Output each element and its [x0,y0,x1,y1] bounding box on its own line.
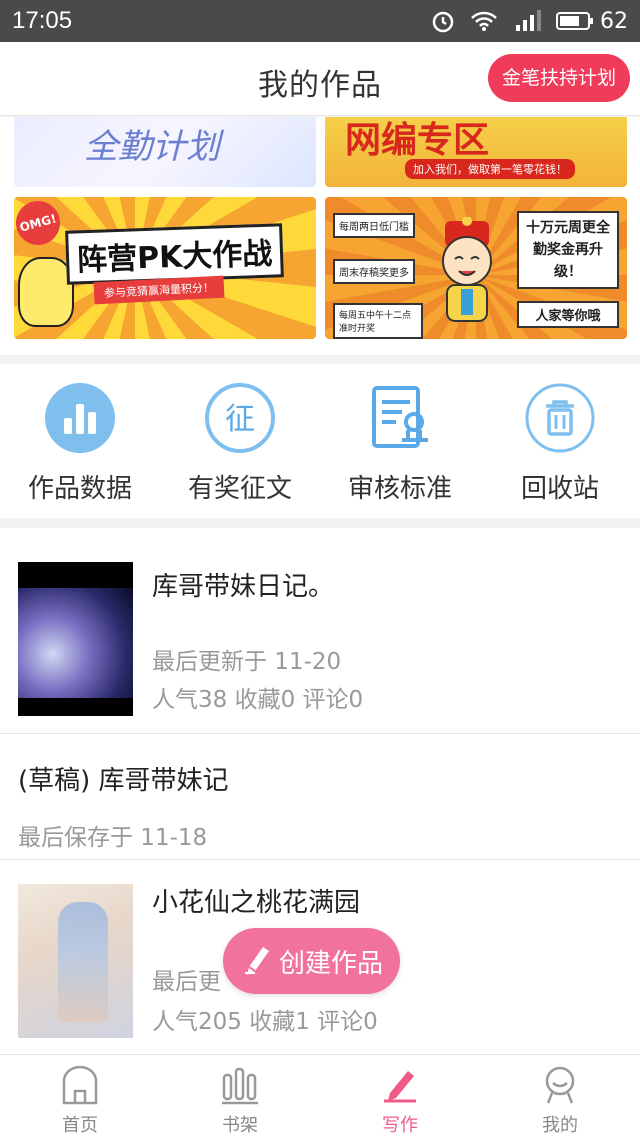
work-stats: 人气38 收藏0 评论0 [152,687,364,713]
zheng-badge-icon: 征 [204,382,276,454]
banner-note: 周末存稿奖更多 [333,259,415,284]
work-updated: 最后更 [152,969,221,995]
work-updated: 最后更新于 11-20 [152,649,342,675]
shortcut-review-standard[interactable]: 审核标准 [320,364,480,518]
banner-subtitle: 加入我们，做取第一笔零花钱！ [405,159,575,179]
trash-icon [524,382,596,454]
bottom-nav: 首页 书架 写作 我的 [0,1054,640,1138]
banner-title: 阵营PK大作战 [65,223,285,285]
alarm-icon [430,8,456,34]
banner-title: 全勤计划 [84,127,220,167]
status-time: 17:05 [12,7,73,34]
nav-home[interactable]: 首页 [0,1055,160,1138]
work-saved: 最后保存于 11-18 [18,825,208,851]
shortcut-row: 作品数据 征 有奖征文 审核标准 回收站 [0,364,640,518]
battery-level: 62 [600,8,628,34]
home-icon [58,1063,102,1107]
nav-label: 首页 [62,1115,98,1136]
shortcut-label: 审核标准 [347,474,452,504]
status-icons: 62 [430,8,628,34]
banner-weekly-bonus[interactable]: 每周两日低门槛 周末存稿奖更多 每周五中午十二点准时开奖 十万元周更全勤奖金再升… [325,197,627,339]
battery-icon [556,12,593,30]
work-item[interactable]: 库哥带妹日记。 最后更新于 11-20 人气38 收藏0 评论0 [0,528,640,734]
banner-editor-zone[interactable]: 网编专区 加入我们，做取第一笔零花钱！ [325,117,627,187]
work-stats: 人气205 收藏1 评论0 [152,1009,378,1035]
pencil-icon [378,1063,422,1107]
nav-label: 我的 [542,1115,578,1136]
draft-item[interactable]: (草稿) 库哥带妹记 最后保存于 11-18 [0,734,640,860]
bar-chart-icon [44,382,116,454]
work-cover [18,884,133,1038]
review-document-icon [364,382,436,454]
profile-icon [538,1063,582,1107]
status-bar: 17:05 62 [0,0,640,42]
banner-note: 每周两日低门槛 [333,213,415,238]
bookshelf-icon [218,1063,262,1107]
banner-title: 网编专区 [345,120,490,161]
omg-badge: OMG! [14,197,65,250]
banner-faction-pk[interactable]: OMG! 阵营PK大作战 参与竞猜赢海量积分！ [14,197,316,339]
signal-icon [512,9,542,33]
banner-tag: 人家等你哦 [517,301,619,328]
battery: 62 [556,9,628,34]
emperor-mascot-icon [442,217,492,322]
banner-full-attendance[interactable]: 全勤计划 [14,117,316,187]
shortcut-work-data[interactable]: 作品数据 [0,364,160,518]
nav-bookshelf[interactable]: 书架 [160,1055,320,1138]
shortcut-recycle-bin[interactable]: 回收站 [480,364,640,518]
shortcut-label: 回收站 [520,474,599,504]
work-title: (草稿) 库哥带妹记 [18,766,229,796]
banner-grid: 全勤计划 网编专区 加入我们，做取第一笔零花钱！ OMG! 阵营PK大作战 参与… [0,117,640,355]
pencil-icon [241,941,273,981]
create-work-button[interactable]: 创建作品 [223,928,400,994]
work-title: 小花仙之桃花满园 [152,888,361,918]
golden-pen-plan-button[interactable]: 金笔扶持计划 [487,54,630,102]
nav-profile[interactable]: 我的 [480,1055,640,1138]
shortcut-label: 作品数据 [27,474,132,504]
work-cover [18,562,133,716]
banner-note: 每周五中午十二点准时开奖 [333,303,423,339]
banner-headline: 十万元周更全勤奖金再升级！ [517,211,619,289]
create-work-label: 创建作品 [279,948,384,979]
svg-text:征: 征 [225,402,255,437]
nav-write[interactable]: 写作 [320,1055,480,1138]
app-header: 我的作品 金笔扶持计划 [0,42,640,116]
work-title: 库哥带妹日记。 [152,572,335,602]
wifi-icon [470,10,498,32]
shortcut-contest[interactable]: 征 有奖征文 [160,364,320,518]
nav-label: 书架 [222,1115,258,1136]
shortcut-label: 有奖征文 [187,474,292,504]
nav-label: 写作 [382,1115,418,1136]
